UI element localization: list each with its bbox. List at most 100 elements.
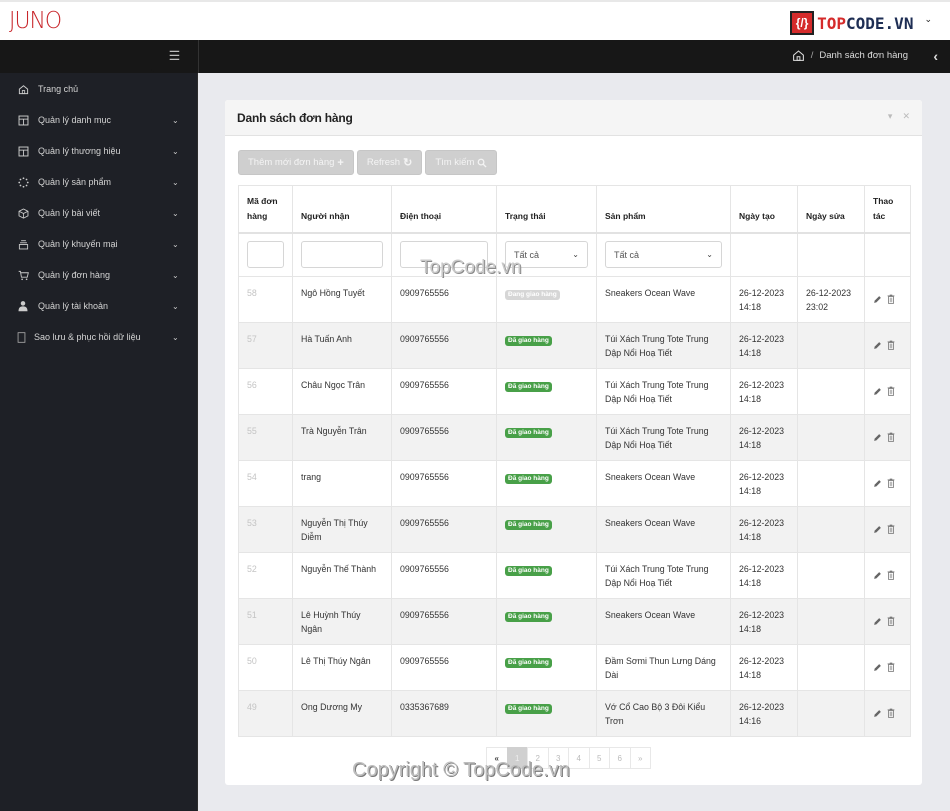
sidebar-item-orders[interactable]: Quản lý đơn hàng ⌄ [0, 265, 198, 285]
order-id: 52 [238, 551, 293, 599]
sidebar-item-promotions[interactable]: Quản lý khuyến mại ⌄ [0, 234, 198, 254]
sidebar-item-label: Quản lý đơn hàng [38, 270, 110, 280]
filter-empty [730, 232, 798, 277]
sidebar-toggle-button[interactable]: ☰ [151, 40, 198, 72]
chevron-left-icon[interactable]: ‹ [933, 48, 938, 64]
trash-icon[interactable] [887, 570, 895, 580]
sidebar-item-label: Sao lưu & phục hồi dữ liệu [34, 332, 141, 342]
actions-cell [864, 643, 911, 691]
trash-icon[interactable] [887, 432, 895, 442]
search-button[interactable]: Tìm kiếm [425, 150, 498, 175]
trash-icon[interactable] [887, 616, 895, 626]
edit-icon[interactable] [873, 341, 882, 350]
table-row[interactable]: 53 Nguyễn Thị Thúy Diễm 0909765556 Đã giao … [238, 505, 911, 553]
status-badge: Đang giao hàng [505, 289, 560, 300]
pagination-next[interactable]: » [629, 747, 651, 769]
chevron-down-icon: ⌄ [172, 239, 179, 249]
sidebar-item-products[interactable]: Quản lý sản phẩm ⌄ [0, 172, 198, 192]
receiver-name: trang [292, 459, 392, 507]
table-row[interactable]: 56 Châu Ngọc Trân 0909765556 Đã giao hàng Tú… [238, 367, 911, 415]
account-dropdown-icon[interactable]: ⌄ [924, 14, 932, 25]
table-row[interactable]: 54 trang 0909765556 Đã giao hàng Sneakers Oc… [238, 459, 911, 507]
add-order-button[interactable]: Thêm mới đơn hàng + [238, 150, 354, 175]
updated-date [797, 551, 865, 599]
filter-receiver-input[interactable] [301, 241, 383, 269]
product-name: Túi Xách Trung Tote Trung Dập Nổi Hoạ Ti… [596, 321, 731, 369]
updated-date [797, 413, 865, 461]
updated-date [797, 367, 865, 415]
order-id: 55 [238, 413, 293, 461]
column-header-updated[interactable]: Ngày sửa [797, 185, 865, 234]
filter-id-input[interactable] [247, 241, 284, 269]
pagination-page[interactable]: 5 [588, 747, 610, 769]
trash-icon[interactable] [887, 708, 895, 718]
edit-icon[interactable] [873, 617, 882, 626]
edit-icon[interactable] [873, 571, 882, 580]
status-badge: Đã giao hàng [505, 381, 552, 392]
sidebar-item-brands[interactable]: Quản lý thương hiệu ⌄ [0, 141, 198, 161]
table-row[interactable]: 58 Ngô Hồng Tuyết 0909765556 Đang giao hàng… [238, 275, 911, 323]
edit-icon[interactable] [873, 525, 882, 534]
edit-icon[interactable] [873, 709, 882, 718]
receiver-name: Lê Thị Thúy Ngân [292, 643, 392, 691]
card-tools: ▾ ✕ [888, 111, 910, 122]
actions-cell [864, 505, 911, 553]
table-row[interactable]: 57 Hà Tuấn Anh 0909765556 Đã giao hàng Túi X… [238, 321, 911, 369]
filter-product-select[interactable]: Tất cả ⌄ [605, 241, 722, 269]
table-row[interactable]: 50 Lê Thị Thúy Ngân 0909765556 Đã giao hàng… [238, 643, 911, 691]
refresh-button[interactable]: Refresh ↻ [356, 150, 423, 175]
column-header-receiver[interactable]: Người nhận [292, 185, 392, 234]
close-icon[interactable]: ✕ [902, 111, 910, 122]
juno-logo[interactable]: JUNO [9, 8, 62, 34]
receiver-name: Ong Dương My [292, 689, 392, 737]
pagination-page[interactable]: 6 [609, 747, 631, 769]
sidebar-item-home[interactable]: Trang chủ [0, 79, 198, 99]
updated-date [797, 505, 865, 553]
top-header: ☰ / Danh sách đơn hàng ‹ [0, 40, 950, 73]
sidebar-item-label: Quản lý bài viết [38, 208, 101, 218]
edit-icon[interactable] [873, 663, 882, 672]
trash-icon[interactable] [887, 294, 895, 304]
edit-icon[interactable] [873, 433, 882, 442]
edit-icon[interactable] [873, 479, 882, 488]
trash-icon[interactable] [887, 478, 895, 488]
status-cell: Đã giao hàng [496, 459, 597, 507]
plus-icon: + [337, 156, 344, 169]
created-date: 26-12-2023 14:18 [730, 643, 798, 691]
trash-icon[interactable] [887, 662, 895, 672]
sidebar-item-backup[interactable]: Sao lưu & phục hồi dữ liệu ⌄ [0, 327, 198, 347]
pagination-page[interactable]: 4 [568, 747, 590, 769]
table-row[interactable]: 51 Lê Huỳnh Thúy Ngân 0909765556 Đã giao hà… [238, 597, 911, 645]
column-header-phone[interactable]: Điện thoại [391, 185, 497, 234]
order-id: 57 [238, 321, 293, 369]
orders-table: Mã đơn hàng Người nhận Điện thoại Trạng … [238, 185, 911, 737]
column-header-product[interactable]: Sản phẩm [596, 185, 731, 234]
home-icon[interactable] [792, 49, 805, 62]
main-content: Danh sách đơn hàng ▾ ✕ Thêm mới đơn hàng… [199, 73, 950, 811]
sidebar-item-accounts[interactable]: Quản lý tài khoản ⌄ [0, 296, 198, 316]
topcode-logo[interactable]: {/} TOPCODE.VN ⌄ [790, 11, 932, 35]
layout-icon [17, 145, 29, 157]
topcode-text-top: TOP [817, 13, 847, 33]
table-row[interactable]: 52 Nguyễn Thế Thành 0909765556 Đã giao hàng… [238, 551, 911, 599]
receiver-name: Ngô Hồng Tuyết [292, 275, 392, 323]
updated-date [797, 321, 865, 369]
chevron-down-icon: ⌄ [706, 250, 713, 260]
sidebar-item-posts[interactable]: Quản lý bài viết ⌄ [0, 203, 198, 223]
card-header: Danh sách đơn hàng ▾ ✕ [225, 100, 922, 136]
phone-number: 0909765556 [391, 321, 497, 369]
edit-icon[interactable] [873, 387, 882, 396]
topcode-badge-icon: {/} [790, 11, 815, 35]
created-date: 26-12-2023 14:18 [730, 321, 798, 369]
column-header-created[interactable]: Ngày tạo [730, 185, 798, 234]
trash-icon[interactable] [887, 340, 895, 350]
trash-icon[interactable] [887, 386, 895, 396]
column-header-id[interactable]: Mã đơn hàng [238, 185, 293, 234]
column-header-status[interactable]: Trạng thái [496, 185, 597, 234]
sidebar-item-categories[interactable]: Quản lý danh mục ⌄ [0, 110, 198, 130]
table-row[interactable]: 55 Trà Nguyễn Trân 0909765556 Đã giao hàng T… [238, 413, 911, 461]
trash-icon[interactable] [887, 524, 895, 534]
table-row[interactable]: 49 Ong Dương My 0335367689 Đã giao hàng Vớ C… [238, 689, 911, 737]
collapse-icon[interactable]: ▾ [888, 111, 893, 122]
edit-icon[interactable] [873, 295, 882, 304]
